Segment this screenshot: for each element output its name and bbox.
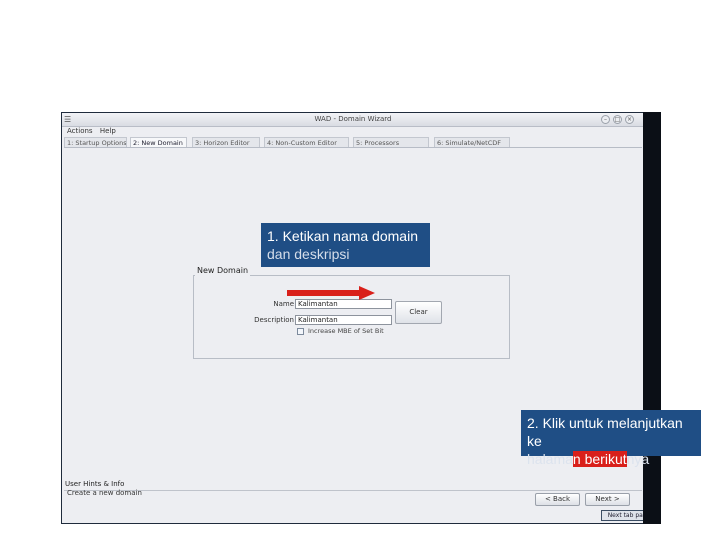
callout-2-overflow-a: halama	[527, 451, 573, 467]
callout-2-overflow-b: nya	[626, 451, 650, 467]
minimize-icon[interactable]: –	[601, 115, 610, 124]
clear-button[interactable]: Clear	[395, 301, 442, 324]
tab-strip: 1: Startup Options 2: New Domain 3: Hori…	[64, 136, 642, 148]
callout-2-text: 2. Klik untuk melanjutkan ke	[527, 415, 683, 449]
next-button[interactable]: Next >	[585, 493, 630, 506]
tab-horizon-editor[interactable]: 3: Horizon Editor	[192, 137, 260, 147]
callout-2-highlight: n berikut	[572, 451, 627, 467]
maximize-icon[interactable]: □	[613, 115, 622, 124]
hints-divider	[64, 490, 642, 491]
callout-1-overflow: dan deskripsi	[267, 246, 350, 262]
name-field[interactable]: Kalimantan	[295, 299, 392, 309]
callout-1-text: 1. Ketikan nama domain	[267, 228, 418, 244]
back-button[interactable]: < Back	[535, 493, 580, 506]
hints-header: User Hints & Info	[65, 480, 125, 488]
tab-processors[interactable]: 5: Processors	[353, 137, 429, 147]
red-arrow-icon	[287, 286, 375, 300]
checkbox-label: Increase MBE of Set Bit	[308, 327, 384, 335]
callout-step-2: 2. Klik untuk melanjutkan ke halaman ber…	[521, 410, 701, 467]
new-domain-group-title: New Domain	[195, 266, 251, 276]
tab-new-domain[interactable]: 2: New Domain	[130, 137, 187, 147]
increase-mbe-checkbox[interactable]	[297, 328, 304, 335]
name-label: Name	[273, 300, 294, 308]
callout-step-1: 1. Ketikan nama domain dan deskripsi	[261, 223, 430, 267]
tab-simulate-netcdf[interactable]: 6: Simulate/NetCDF	[434, 137, 510, 147]
description-field[interactable]: Kalimantan	[295, 315, 392, 325]
title-bar: ☰ WAD - Domain Wizard – □ ×	[62, 113, 644, 127]
window-title: WAD - Domain Wizard	[314, 115, 392, 123]
description-label: Description	[254, 316, 294, 324]
tab-non-custom-editor[interactable]: 4: Non-Custom Editor	[264, 137, 349, 147]
menu-help[interactable]: Help	[100, 127, 116, 135]
menu-bar: Actions Help	[62, 126, 644, 136]
hints-text: Create a new domain	[67, 489, 142, 497]
tab-startup-options[interactable]: 1: Startup Options	[64, 137, 127, 147]
menu-actions[interactable]: Actions	[67, 127, 93, 135]
close-icon[interactable]: ×	[625, 115, 634, 124]
